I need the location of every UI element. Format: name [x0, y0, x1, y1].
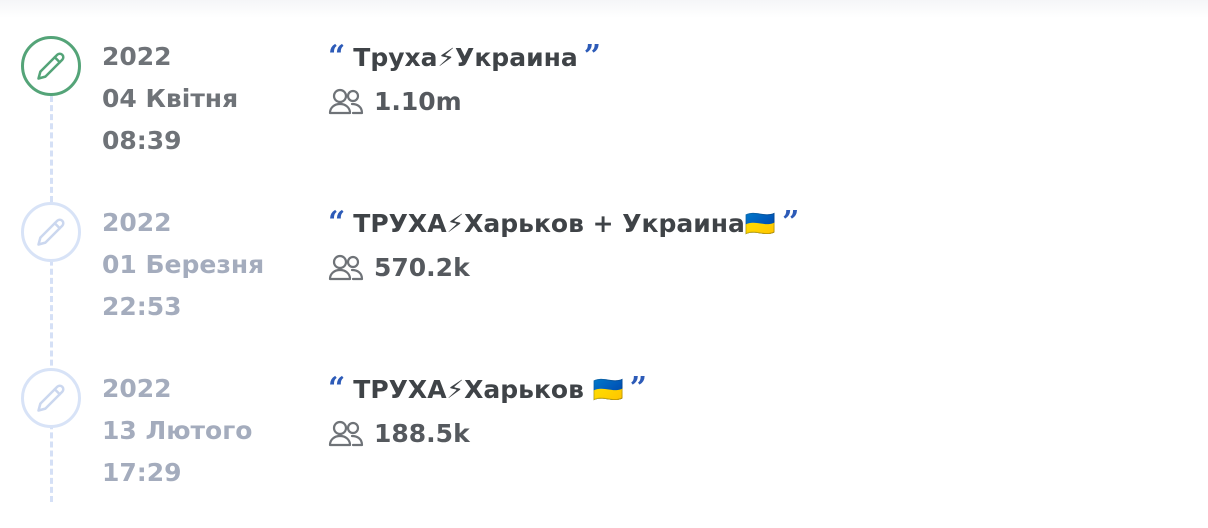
entry-title: “ТРУХА⚡Харьков + Украина🇺🇦” — [328, 202, 799, 245]
channel-title: Труха⚡Украина — [353, 43, 578, 72]
entry-year: 2022 — [102, 208, 172, 237]
close-quote: ” — [629, 371, 648, 406]
entry-date: 2022 01 Березня 22:53 — [102, 202, 264, 328]
entry-day-month: 04 Квітня — [102, 84, 239, 113]
channel-title: ТРУХА⚡Харьков 🇺🇦 — [353, 375, 624, 404]
members-count: 1.10m — [374, 86, 462, 116]
entry-title: “ТРУХА⚡Харьков 🇺🇦” — [328, 368, 647, 411]
entry-day-month: 01 Березня — [102, 250, 265, 279]
pencil-icon — [37, 52, 65, 80]
entry-title: “Труха⚡Украина” — [328, 36, 601, 79]
open-quote: “ — [328, 205, 346, 240]
channel-title: ТРУХА⚡Харьков + Украина🇺🇦 — [353, 209, 777, 238]
open-quote: “ — [328, 371, 346, 406]
users-icon — [328, 88, 364, 115]
entry-date: 2022 04 Квітня 08:39 — [102, 36, 238, 162]
timeline-marker — [21, 36, 81, 96]
entry-year: 2022 — [102, 42, 172, 71]
entry-time: 08:39 — [102, 126, 182, 155]
entry-members: 188.5k — [328, 412, 470, 454]
timeline-entry: 2022 01 Березня 22:53 “ТРУХА⚡Харьков + У… — [0, 202, 1208, 362]
entry-date: 2022 13 Лютого 17:29 — [102, 368, 252, 494]
members-count: 188.5k — [374, 418, 470, 448]
entry-members: 570.2k — [328, 246, 470, 288]
pencil-icon — [37, 384, 65, 412]
open-quote: “ — [328, 39, 346, 74]
timeline-marker — [21, 368, 81, 428]
title-change-timeline: 2022 04 Квітня 08:39 “Труха⚡Украина” 1.1… — [0, 0, 1208, 502]
entry-time: 22:53 — [102, 292, 182, 321]
timeline-entry: 2022 13 Лютого 17:29 “ТРУХА⚡Харьков 🇺🇦” … — [0, 368, 1208, 528]
entry-time: 17:29 — [102, 458, 182, 487]
timeline-marker — [21, 202, 81, 262]
users-icon — [328, 420, 364, 447]
entry-day-month: 13 Лютого — [102, 416, 253, 445]
close-quote: ” — [782, 205, 800, 240]
members-count: 570.2k — [374, 252, 470, 282]
entry-year: 2022 — [102, 374, 172, 403]
entry-members: 1.10m — [328, 80, 462, 122]
timeline-entry: 2022 04 Квітня 08:39 “Труха⚡Украина” 1.1… — [0, 36, 1208, 196]
pencil-icon — [37, 218, 65, 246]
close-quote: ” — [583, 39, 601, 74]
users-icon — [328, 254, 364, 281]
